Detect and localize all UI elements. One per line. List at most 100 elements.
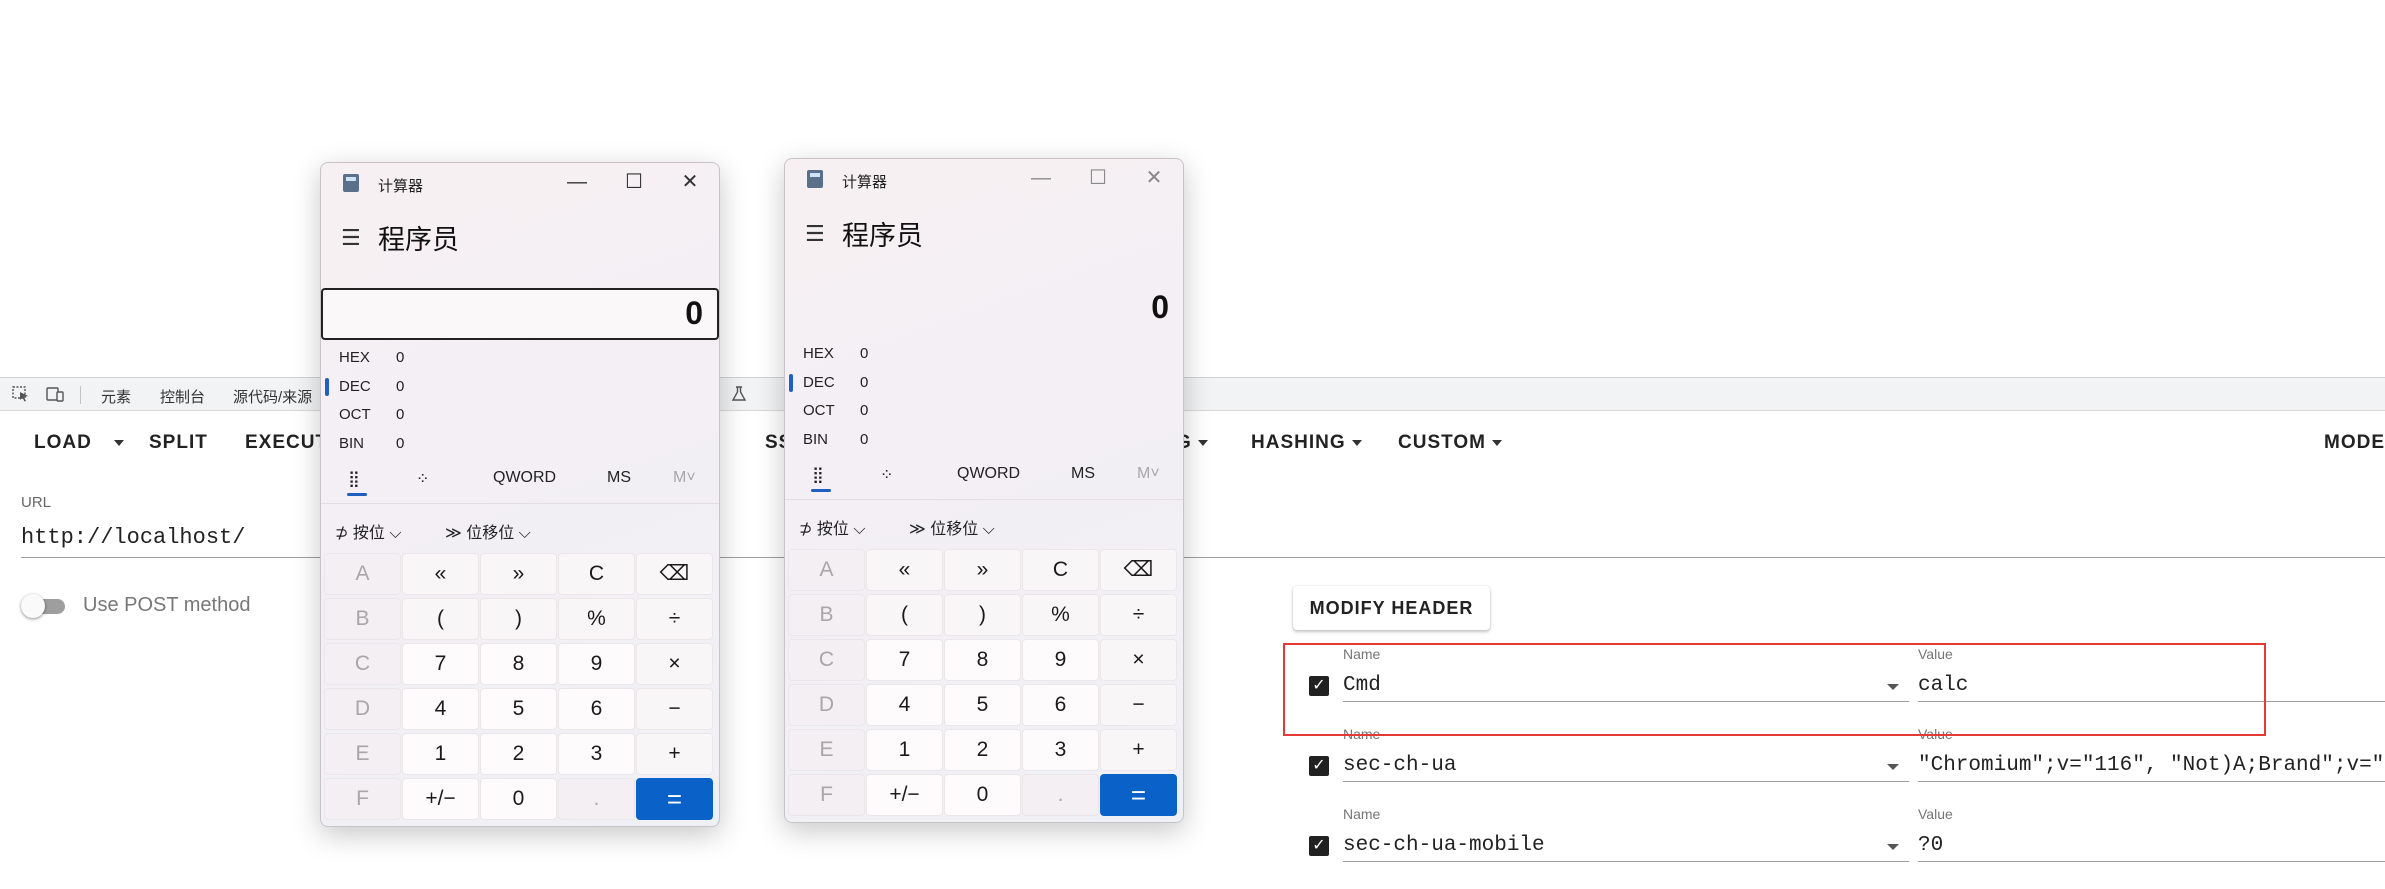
key-hex-d[interactable]: D bbox=[324, 688, 401, 730]
key-rotate-left[interactable]: « bbox=[402, 553, 479, 595]
key-clear[interactable]: C bbox=[1022, 549, 1099, 591]
device-toolbar-icon[interactable] bbox=[46, 386, 64, 402]
load-button[interactable]: LOAD bbox=[34, 432, 92, 454]
keypad-icon[interactable]: ⣿ bbox=[812, 465, 824, 485]
key-open-paren[interactable]: ( bbox=[866, 594, 943, 636]
key-5[interactable]: 5 bbox=[480, 688, 557, 730]
key-hex-a[interactable]: A bbox=[324, 553, 401, 595]
memory-recall-button[interactable]: M˅ bbox=[673, 469, 696, 487]
key-open-paren[interactable]: ( bbox=[402, 598, 479, 640]
key-hex-d[interactable]: D bbox=[788, 684, 865, 726]
tab-console[interactable]: 控制台 bbox=[160, 386, 205, 407]
key-hex-c[interactable]: C bbox=[324, 643, 401, 685]
bitwise-menu-button[interactable]: ⊅ 按位 ⌵ bbox=[335, 519, 401, 543]
key-9[interactable]: 9 bbox=[558, 643, 635, 685]
key-clear[interactable]: C bbox=[558, 553, 635, 595]
memory-store-button[interactable]: MS bbox=[607, 469, 631, 487]
key-4[interactable]: 4 bbox=[866, 684, 943, 726]
use-post-toggle[interactable] bbox=[21, 594, 69, 618]
key-hex-f[interactable]: F bbox=[324, 778, 401, 820]
key-4[interactable]: 4 bbox=[402, 688, 479, 730]
key-1[interactable]: 1 bbox=[402, 733, 479, 775]
word-size-button[interactable]: QWORD bbox=[493, 469, 556, 487]
key-subtract[interactable]: − bbox=[1100, 684, 1177, 726]
keypad-icon[interactable]: ⣿ bbox=[348, 469, 360, 489]
key-0[interactable]: 0 bbox=[944, 774, 1021, 816]
key-equals[interactable]: = bbox=[636, 778, 713, 820]
close-icon[interactable]: ✕ bbox=[1130, 163, 1178, 193]
key-backspace[interactable]: ⌫ bbox=[1100, 549, 1177, 591]
key-2[interactable]: 2 bbox=[944, 729, 1021, 771]
key-rotate-right[interactable]: » bbox=[480, 553, 557, 595]
key-modulo[interactable]: % bbox=[1022, 594, 1099, 636]
key-0[interactable]: 0 bbox=[480, 778, 557, 820]
key-3[interactable]: 3 bbox=[558, 733, 635, 775]
dropdown-arrow-icon[interactable] bbox=[1887, 764, 1899, 770]
key-add[interactable]: + bbox=[1100, 729, 1177, 771]
key-7[interactable]: 7 bbox=[866, 639, 943, 681]
key-hex-c[interactable]: C bbox=[788, 639, 865, 681]
key-decimal[interactable]: . bbox=[558, 778, 635, 820]
maximize-icon[interactable]: ☐ bbox=[610, 167, 658, 197]
key-negate[interactable]: +/− bbox=[866, 774, 943, 816]
hashing-menu-button[interactable]: HASHING bbox=[1251, 432, 1362, 454]
maximize-icon[interactable]: ☐ bbox=[1074, 163, 1122, 193]
hamburger-menu-icon[interactable]: ☰ bbox=[341, 225, 361, 251]
minimize-icon[interactable]: — bbox=[553, 167, 601, 197]
word-size-button[interactable]: QWORD bbox=[957, 465, 1020, 483]
header-enabled-checkbox[interactable]: ✓ bbox=[1309, 836, 1329, 856]
minimize-icon[interactable]: — bbox=[1017, 163, 1065, 193]
header-name-input[interactable]: sec-ch-ua-mobile bbox=[1343, 830, 1909, 862]
key-divide[interactable]: ÷ bbox=[636, 598, 713, 640]
key-add[interactable]: + bbox=[636, 733, 713, 775]
dropdown-arrow-icon[interactable] bbox=[1887, 844, 1899, 850]
key-8[interactable]: 8 bbox=[480, 643, 557, 685]
key-hex-b[interactable]: B bbox=[788, 594, 865, 636]
key-modulo[interactable]: % bbox=[558, 598, 635, 640]
header-value-input[interactable]: "Chromium";v="116", "Not)A;Brand";v="24 bbox=[1918, 750, 2385, 782]
key-5[interactable]: 5 bbox=[944, 684, 1021, 726]
memory-recall-button[interactable]: M˅ bbox=[1137, 465, 1160, 483]
key-9[interactable]: 9 bbox=[1022, 639, 1099, 681]
key-hex-e[interactable]: E bbox=[324, 733, 401, 775]
bit-toggle-icon[interactable]: ⁘ bbox=[416, 469, 429, 489]
key-subtract[interactable]: − bbox=[636, 688, 713, 730]
hamburger-menu-icon[interactable]: ☰ bbox=[805, 221, 825, 247]
key-hex-a[interactable]: A bbox=[788, 549, 865, 591]
key-decimal[interactable]: . bbox=[1022, 774, 1099, 816]
header-enabled-checkbox[interactable]: ✓ bbox=[1309, 756, 1329, 776]
key-hex-f[interactable]: F bbox=[788, 774, 865, 816]
key-equals[interactable]: = bbox=[1100, 774, 1177, 816]
key-hex-b[interactable]: B bbox=[324, 598, 401, 640]
key-2[interactable]: 2 bbox=[480, 733, 557, 775]
key-hex-e[interactable]: E bbox=[788, 729, 865, 771]
key-6[interactable]: 6 bbox=[558, 688, 635, 730]
key-8[interactable]: 8 bbox=[944, 639, 1021, 681]
split-button[interactable]: SPLIT bbox=[149, 432, 208, 454]
close-icon[interactable]: ✕ bbox=[666, 167, 714, 197]
key-6[interactable]: 6 bbox=[1022, 684, 1099, 726]
tab-sources[interactable]: 源代码/来源 bbox=[233, 386, 312, 407]
key-negate[interactable]: +/− bbox=[402, 778, 479, 820]
load-dropdown-button[interactable] bbox=[108, 432, 124, 454]
key-7[interactable]: 7 bbox=[402, 643, 479, 685]
key-close-paren[interactable]: ) bbox=[480, 598, 557, 640]
key-divide[interactable]: ÷ bbox=[1100, 594, 1177, 636]
header-name-input[interactable]: sec-ch-ua bbox=[1343, 750, 1909, 782]
memory-store-button[interactable]: MS bbox=[1071, 465, 1095, 483]
key-backspace[interactable]: ⌫ bbox=[636, 553, 713, 595]
header-value-input[interactable]: ?0 bbox=[1918, 830, 2385, 862]
key-multiply[interactable]: × bbox=[1100, 639, 1177, 681]
key-1[interactable]: 1 bbox=[866, 729, 943, 771]
key-3[interactable]: 3 bbox=[1022, 729, 1099, 771]
bitshift-menu-button[interactable]: ≫ 位移位 ⌵ bbox=[909, 515, 995, 539]
execute-button[interactable]: EXECUT bbox=[245, 432, 328, 454]
mode-menu-button[interactable]: MODE bbox=[2324, 432, 2385, 454]
flask-icon[interactable] bbox=[730, 386, 748, 402]
key-rotate-right[interactable]: » bbox=[944, 549, 1021, 591]
tab-elements[interactable]: 元素 bbox=[101, 386, 131, 407]
key-rotate-left[interactable]: « bbox=[866, 549, 943, 591]
key-close-paren[interactable]: ) bbox=[944, 594, 1021, 636]
bitshift-menu-button[interactable]: ≫ 位移位 ⌵ bbox=[445, 519, 531, 543]
modify-header-button[interactable]: MODIFY HEADER bbox=[1293, 586, 1490, 630]
